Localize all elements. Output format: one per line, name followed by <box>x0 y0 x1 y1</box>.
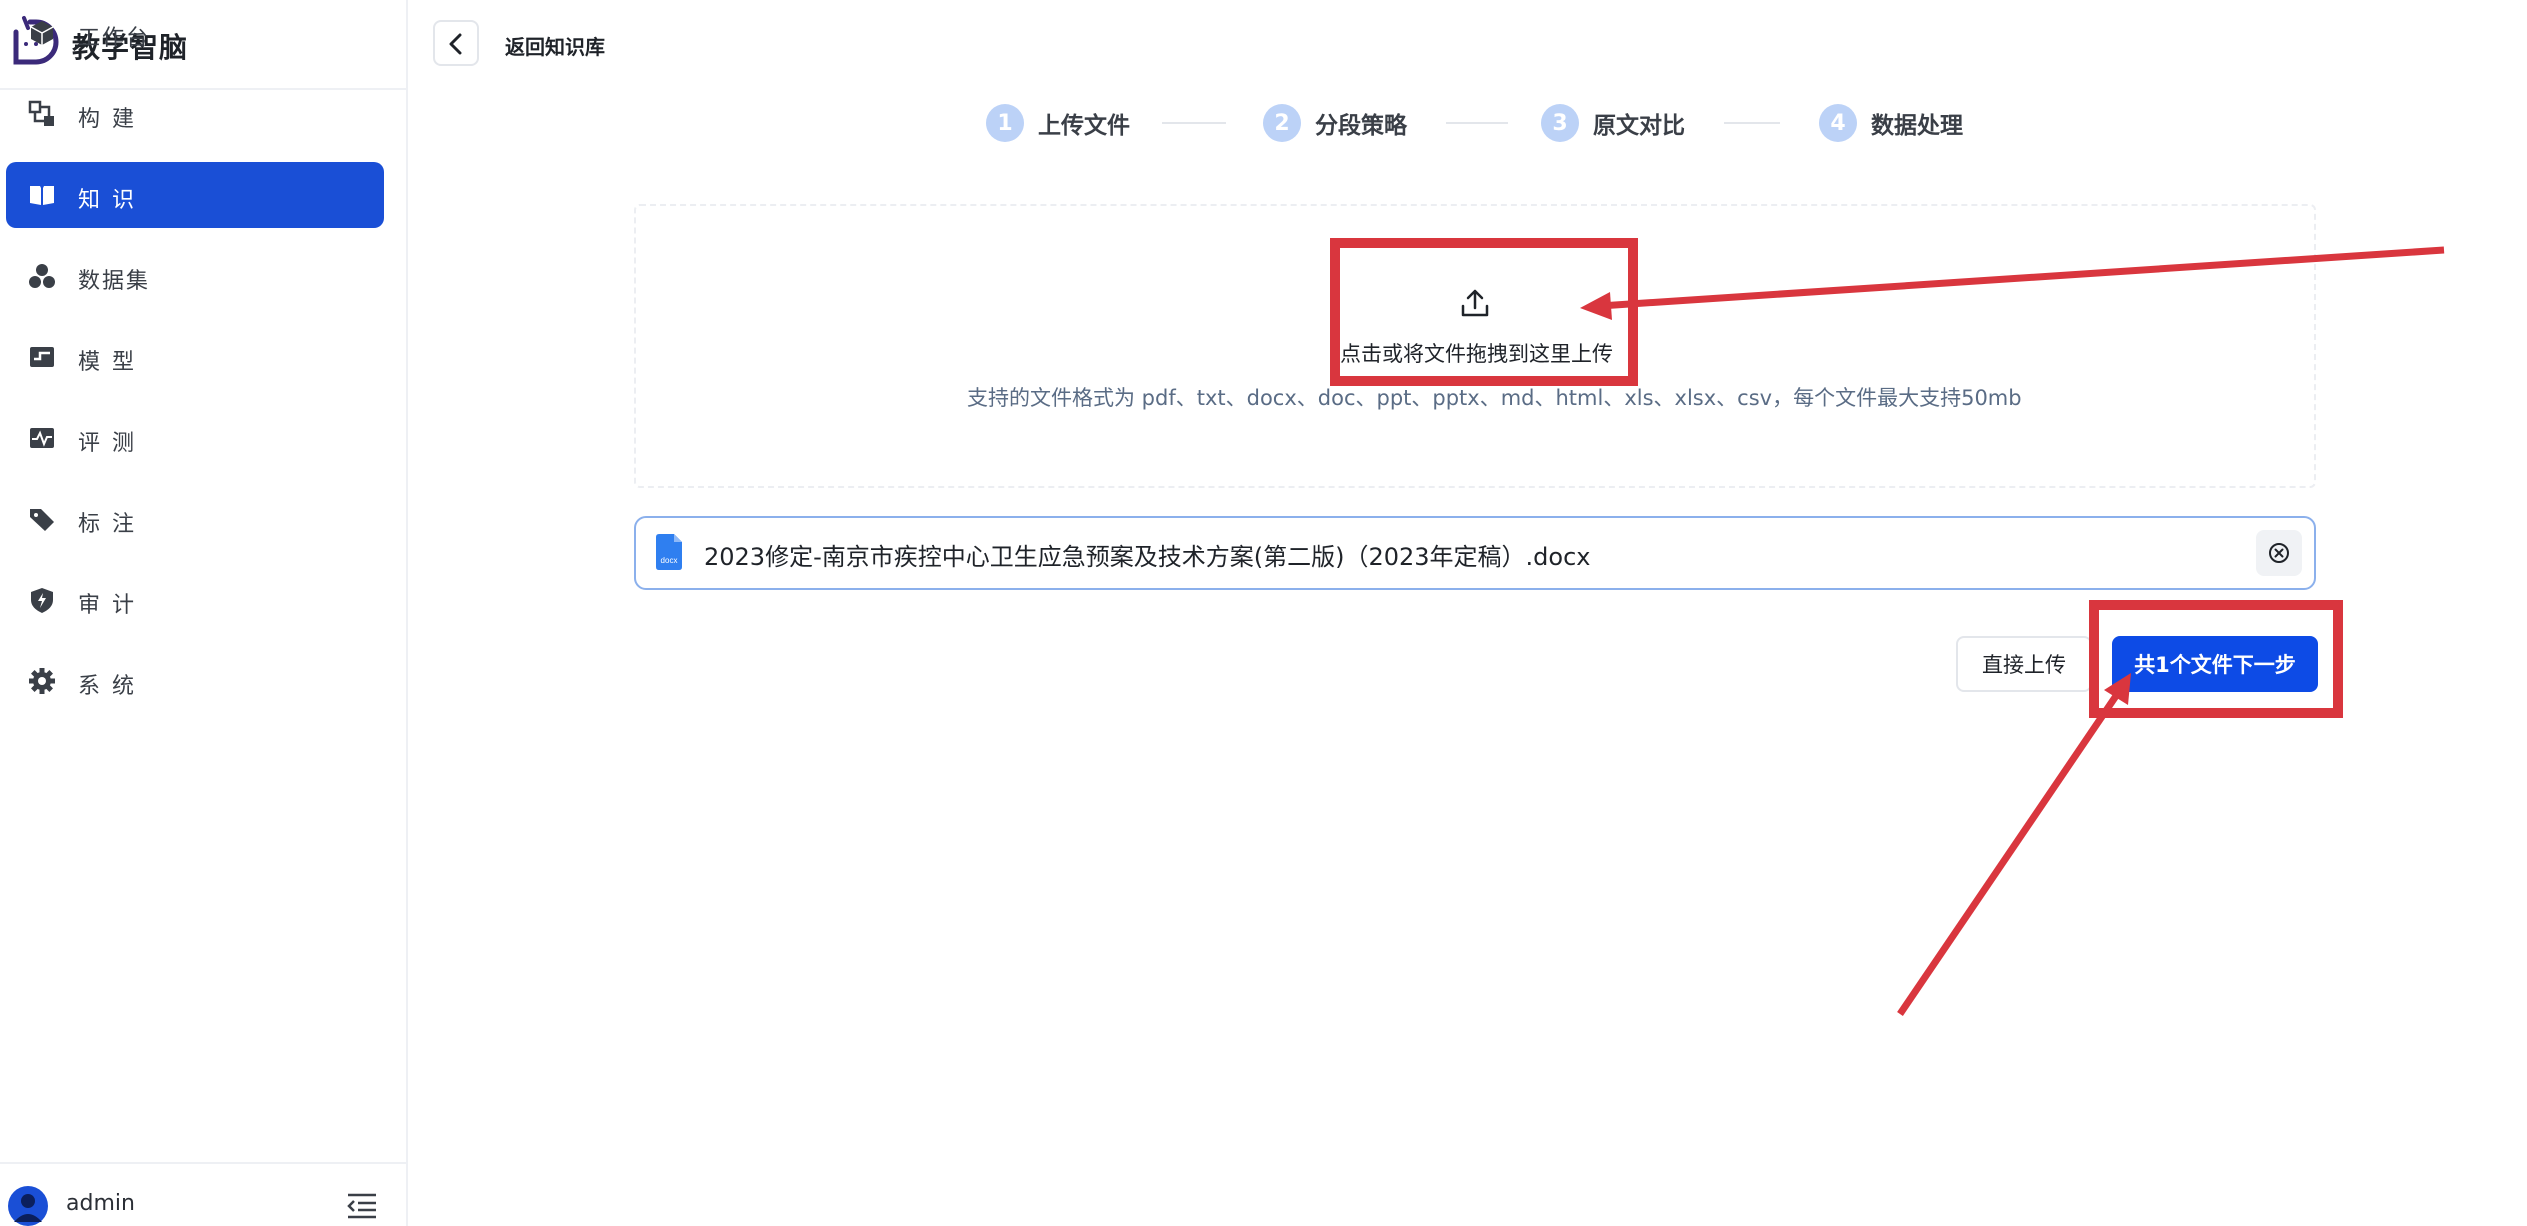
sidebar-item-1[interactable]: 工作台 <box>6 0 384 66</box>
sidebar-item-8[interactable]: 审计 <box>6 567 384 633</box>
sidebar-item-label: 标注 <box>78 512 147 537</box>
book-icon <box>30 186 54 205</box>
avatar[interactable] <box>8 1186 48 1226</box>
step-source-compare[interactable]: 3 原文对比 <box>1541 103 1685 143</box>
step-number: 1 <box>986 104 1024 142</box>
gear-icon <box>29 668 55 694</box>
remove-file-button[interactable] <box>2256 530 2302 576</box>
step-number: 3 <box>1541 104 1579 142</box>
sidebar-item-label: 模型 <box>78 350 147 375</box>
sidebar-item-label: 系统 <box>78 674 147 699</box>
direct-upload-button[interactable]: 直接上传 <box>1956 636 2092 692</box>
build-icon <box>28 100 54 126</box>
sidebar-item-label: 知识 <box>78 188 147 213</box>
sidebar-item-4[interactable]: 数据集 <box>6 243 384 309</box>
sidebar: 教学智脑 工作台 构建 知识 数据集 模型 评测 标注 审计 系统 <box>0 0 408 1226</box>
sidebar-item-9[interactable]: 系统 <box>6 648 384 714</box>
step-label: 上传文件 <box>1038 113 1130 139</box>
file-name: 2023修定-南京市疾控中心卫生应急预案及技术方案(第二版)（2023年定稿）.… <box>704 543 1591 571</box>
upload-icon[interactable] <box>1460 288 1490 318</box>
shield-bolt-icon <box>31 588 53 613</box>
cube-icon <box>30 21 54 45</box>
sidebar-item-7[interactable]: 标注 <box>6 486 384 552</box>
step-label: 分段策略 <box>1315 113 1407 139</box>
collapse-menu-icon[interactable] <box>346 1192 378 1220</box>
sidebar-item-3[interactable]: 知识 <box>6 162 384 228</box>
step-connector <box>1724 122 1780 124</box>
step-connector <box>1446 122 1508 124</box>
step-upload-file[interactable]: 1 上传文件 <box>986 103 1130 143</box>
back-button[interactable] <box>433 20 479 66</box>
annotation-arrow-next <box>1897 673 2131 1016</box>
step-data-processing[interactable]: 4 数据处理 <box>1819 103 1963 143</box>
username: admin <box>66 1191 135 1216</box>
next-step-button[interactable]: 共1个文件下一步 <box>2112 636 2318 692</box>
step-number: 2 <box>1263 104 1301 142</box>
close-circle-icon <box>2269 543 2289 563</box>
step-segment-strategy[interactable]: 2 分段策略 <box>1263 103 1407 143</box>
sidebar-item-2[interactable]: 构建 <box>6 81 384 147</box>
step-number: 4 <box>1819 104 1857 142</box>
pulse-icon <box>30 428 54 448</box>
sidebar-item-label: 构建 <box>78 107 147 132</box>
sidebar-item-6[interactable]: 评测 <box>6 405 384 471</box>
tag-icon <box>30 509 54 531</box>
back-to-knowledge-link[interactable]: 返回知识库 <box>505 31 605 60</box>
step-connector <box>1162 122 1226 124</box>
sidebar-item-label: 数据集 <box>78 269 151 294</box>
sidebar-item-label: 审计 <box>78 593 147 618</box>
supported-formats-hint: 支持的文件格式为 pdf、txt、docx、doc、ppt、pptx、md、ht… <box>967 386 2022 410</box>
model-icon <box>30 347 54 367</box>
sidebar-item-label: 评测 <box>78 431 147 456</box>
dataset-icon <box>29 264 55 288</box>
sidebar-item-label: 工作台 <box>78 26 151 51</box>
sidebar-item-5[interactable]: 模型 <box>6 324 384 390</box>
docx-file-icon: docx <box>656 534 682 570</box>
file-badge: docx <box>661 556 678 565</box>
step-label: 原文对比 <box>1593 113 1685 139</box>
chevron-left-icon <box>449 33 462 55</box>
step-label: 数据处理 <box>1871 113 1963 139</box>
upload-prompt[interactable]: 点击或将文件拖拽到这里上传 <box>1340 338 1613 368</box>
